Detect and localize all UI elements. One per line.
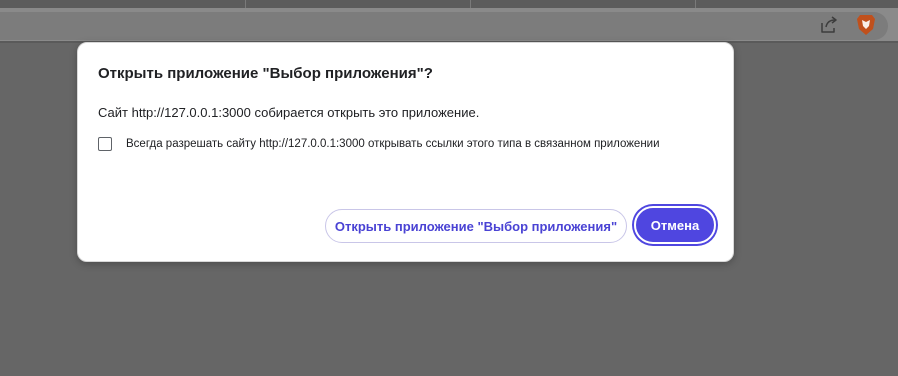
cancel-button[interactable]: Отмена [634, 206, 716, 244]
address-bar[interactable] [0, 12, 888, 40]
open-app-button[interactable]: Открыть приложение "Выбор приложения" [325, 209, 627, 243]
brave-shields-icon[interactable] [856, 14, 876, 36]
dialog-title: Открыть приложение "Выбор приложения"? [98, 65, 433, 82]
dialog-message: Сайт http://127.0.0.1:3000 собирается от… [98, 105, 480, 120]
tab-divider [695, 0, 696, 8]
always-allow-option[interactable]: Всегда разрешать сайту http://127.0.0.1:… [98, 135, 660, 153]
browser-toolbar [0, 8, 898, 41]
always-allow-checkbox[interactable] [98, 137, 112, 151]
open-app-dialog: Открыть приложение "Выбор приложения"? С… [77, 42, 734, 262]
always-allow-label[interactable]: Всегда разрешать сайту http://127.0.0.1:… [126, 138, 660, 150]
share-icon[interactable] [819, 15, 839, 35]
tab-divider [245, 0, 246, 8]
tab-strip [0, 0, 898, 8]
tab-divider [470, 0, 471, 8]
